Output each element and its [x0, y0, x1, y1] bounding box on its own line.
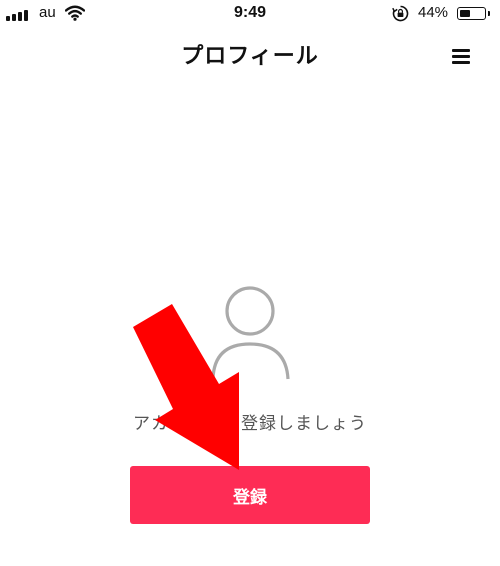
register-button[interactable]: 登録 [130, 466, 370, 524]
hamburger-menu-icon[interactable] [449, 45, 473, 67]
person-outline-icon [211, 286, 290, 380]
battery-percent: 44% [418, 4, 449, 21]
battery-level-fill [460, 10, 470, 17]
status-bar: au 9:49 44% [0, 0, 500, 28]
page-title: プロフィール [181, 44, 319, 69]
battery-cap [488, 11, 490, 16]
rotation-lock-icon [392, 5, 409, 22]
battery-icon [457, 7, 486, 20]
register-prompt-text: アカウントを登録しましょう [133, 414, 367, 434]
